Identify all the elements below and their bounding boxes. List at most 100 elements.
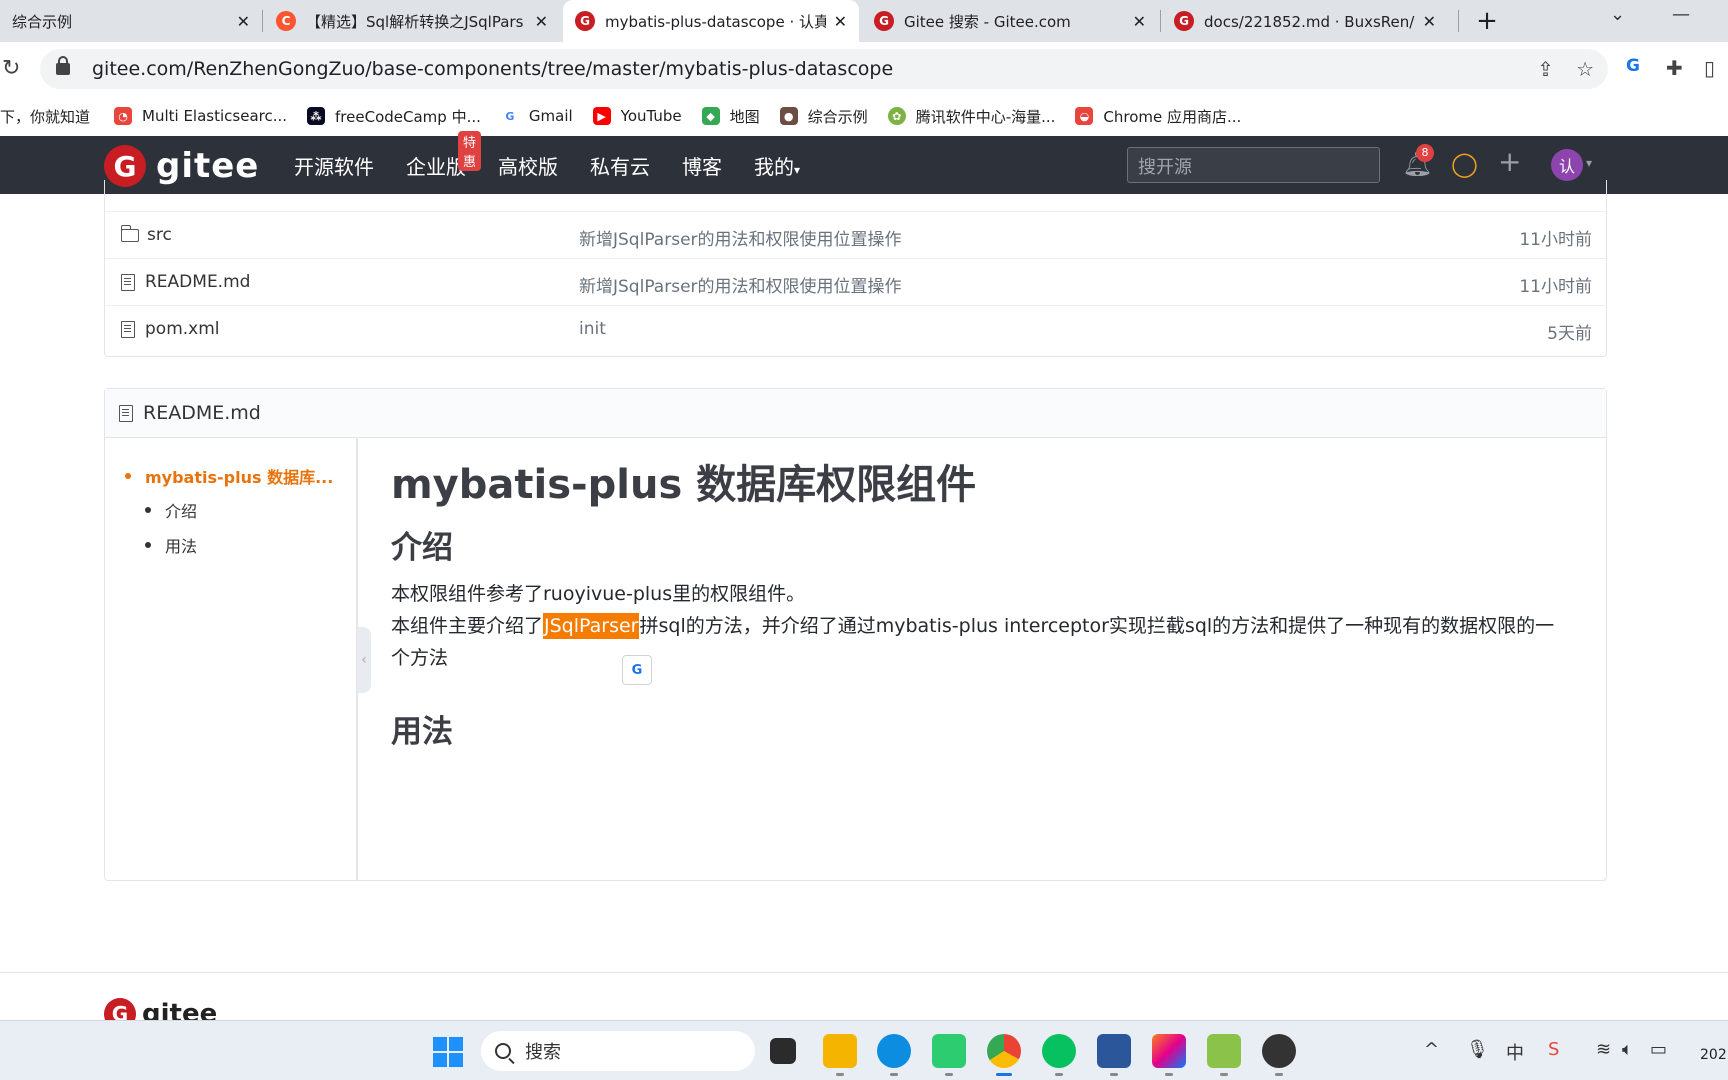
close-icon[interactable]: ✕ [237, 12, 250, 31]
avatar[interactable]: 认 [1551, 149, 1583, 181]
close-icon[interactable]: ✕ [834, 12, 847, 31]
bookmark-item[interactable]: ◆ 地图 [701, 106, 760, 127]
word-icon[interactable] [1097, 1034, 1131, 1068]
browser-tab-strip: 综合示例 ✕ C 【精选】Sql解析转换之JSqlPars ✕ G mybati… [0, 0, 1728, 42]
nav-private-cloud[interactable]: 私有云 [590, 151, 650, 180]
chrome-icon[interactable] [987, 1034, 1021, 1068]
heading-usage: 用法 [391, 714, 453, 750]
tab-separator [1160, 10, 1161, 32]
task-view-icon[interactable] [770, 1038, 796, 1064]
browser-tab[interactable]: G Gitee 搜索 - Gitee.com ✕ [862, 0, 1158, 42]
bookmark-item[interactable]: ▶ YouTube [592, 107, 682, 125]
app-green-icon[interactable] [932, 1034, 966, 1068]
reload-icon[interactable]: ↻ [2, 56, 20, 81]
table-row[interactable]: pom.xml init 5天前 [105, 305, 1606, 352]
notification-badge: 8 [1416, 144, 1434, 162]
bookmark-item[interactable]: ◒ Chrome 应用商店... [1075, 106, 1241, 127]
wechat-icon[interactable] [1042, 1034, 1076, 1068]
bookmark-item[interactable]: ✿ 腾讯软件中心-海量... [887, 106, 1055, 127]
notepad-icon[interactable] [1207, 1034, 1241, 1068]
table-row[interactable]: README.md 新增JSqlParser的用法和权限使用位置操作 11小时前 [105, 258, 1606, 305]
tab-separator [262, 10, 263, 32]
tencent-software-icon: ✿ [887, 107, 906, 125]
youtube-icon: ▶ [592, 107, 611, 125]
plus-icon[interactable]: + [1498, 145, 1521, 178]
volume-icon[interactable]: 🔈︎ [1622, 1039, 1633, 1060]
freecodecamp-icon: ⁂ [307, 107, 326, 125]
url-text[interactable]: gitee.com/RenZhenGongZuo/base-components… [92, 58, 893, 80]
bookmark-favicon-icon: ● [779, 107, 798, 125]
bookmark-item[interactable]: 下，你就知道 [0, 106, 90, 127]
toc-item-usage[interactable]: 用法 [145, 533, 197, 557]
paragraph-1: 本权限组件参考了ruoyivue-plus里的权限组件。 [391, 583, 806, 605]
clock[interactable]: 202 [1700, 1047, 1727, 1063]
bookmark-star-icon[interactable]: ☆ [1576, 57, 1594, 81]
heading-intro: 介绍 [391, 530, 453, 566]
nav-education[interactable]: 高校版 [498, 151, 558, 180]
readme-title: mybatis-plus 数据库权限组件 [391, 462, 977, 508]
bookmark-item[interactable]: G Gmail [500, 107, 573, 125]
wifi-icon[interactable]: ≋ [1596, 1039, 1611, 1060]
address-bar[interactable]: gitee.com/RenZhenGongZuo/base-components… [40, 49, 1608, 89]
folder-icon [120, 224, 139, 242]
lightbulb-icon[interactable]: ◯ [1451, 150, 1478, 178]
search-icon [495, 1043, 511, 1059]
windows-start-icon[interactable] [433, 1037, 463, 1067]
toc-item-title[interactable]: mybatis-plus 数据库... [125, 464, 333, 488]
battery-icon[interactable]: ▭ [1650, 1039, 1667, 1060]
file-icon [121, 320, 135, 338]
caret-down-icon[interactable]: ▾ [1586, 156, 1592, 170]
translate-extension-icon[interactable]: G [1626, 56, 1640, 76]
new-tab-button[interactable]: + [1472, 6, 1502, 36]
nav-mine[interactable]: 我的▾ [754, 151, 800, 180]
share-icon[interactable]: ⇪ [1537, 57, 1554, 81]
browser-toolbar: ↻ gitee.com/RenZhenGongZuo/base-componen… [0, 42, 1728, 96]
table-row[interactable]: src 新增JSqlParser的用法和权限使用位置操作 11小时前 [105, 211, 1606, 258]
app-tray-icon[interactable]: S [1548, 1039, 1559, 1060]
chevron-left-icon: ‹ [361, 652, 367, 668]
bookmark-item[interactable]: ● 综合示例 [779, 106, 868, 127]
file-explorer-icon[interactable] [823, 1034, 857, 1068]
intellij-icon[interactable] [1152, 1034, 1186, 1068]
browser-tab-active[interactable]: G mybatis-plus-datascope · 认真 ✕ [563, 0, 859, 42]
input-method-icon[interactable]: 中 [1506, 1039, 1524, 1065]
nav-blog[interactable]: 博客 [682, 151, 722, 180]
taskbar-search[interactable]: 搜索 [481, 1031, 755, 1071]
bookmarks-bar: 下，你就知道 ◔ Multi Elasticsearc... ⁂ freeCodeC… [0, 96, 1728, 136]
bookmark-item[interactable]: ⁂ freeCodeCamp 中... [307, 106, 481, 127]
promo-badge: 特惠 [458, 130, 482, 171]
selected-text[interactable]: JSqlParser [543, 613, 640, 639]
close-icon[interactable]: ✕ [535, 12, 548, 31]
obs-icon[interactable] [1262, 1034, 1296, 1068]
translate-popup-icon[interactable]: G [622, 655, 652, 685]
nav-enterprise[interactable]: 企业版 特惠 [406, 130, 482, 180]
nav-open-source[interactable]: 开源软件 [294, 151, 374, 180]
table-of-contents: mybatis-plus 数据库... 介绍 用法 [105, 438, 358, 880]
elastic-favicon-icon: ◔ [114, 107, 133, 125]
search-input[interactable]: 搜开源 [1127, 147, 1380, 183]
caret-down-icon: ▾ [794, 162, 801, 177]
tab-search-icon[interactable]: ⌄ [1610, 4, 1625, 25]
browser-tab[interactable]: 综合示例 ✕ [0, 0, 262, 42]
readme-panel: README.md mybatis-plus 数据库... 介绍 用法 ‹ my… [104, 388, 1607, 881]
chevron-up-icon[interactable]: ^ [1424, 1039, 1439, 1060]
file-icon [119, 404, 133, 422]
maps-icon: ◆ [701, 107, 720, 125]
microphone-icon[interactable]: 🎙︎ [1466, 1039, 1489, 1060]
bookmark-item[interactable]: ◔ Multi Elasticsearc... [114, 107, 287, 125]
tab-separator [1458, 10, 1459, 32]
close-icon[interactable]: ✕ [1133, 12, 1146, 31]
toc-item-intro[interactable]: 介绍 [145, 498, 197, 522]
extensions-puzzle-icon[interactable]: ✚ [1666, 56, 1683, 80]
paragraph-2: 本组件主要介绍了JSqlParser拼sql的方法，并介绍了通过mybatis-… [391, 613, 1555, 639]
gitee-favicon-icon: G [575, 11, 595, 31]
edge-icon[interactable] [877, 1034, 911, 1068]
minimize-icon[interactable]: — [1672, 4, 1690, 25]
browser-tab[interactable]: G docs/221852.md · BuxsRen/设 ✕ [1162, 0, 1448, 42]
toc-collapse-handle[interactable]: ‹ [357, 627, 371, 693]
close-icon[interactable]: ✕ [1423, 12, 1436, 31]
browser-tab[interactable]: C 【精选】Sql解析转换之JSqlPars ✕ [264, 0, 560, 42]
side-panel-icon[interactable]: ▯ [1704, 56, 1715, 80]
footer-divider [0, 972, 1728, 973]
file-icon [121, 273, 135, 291]
